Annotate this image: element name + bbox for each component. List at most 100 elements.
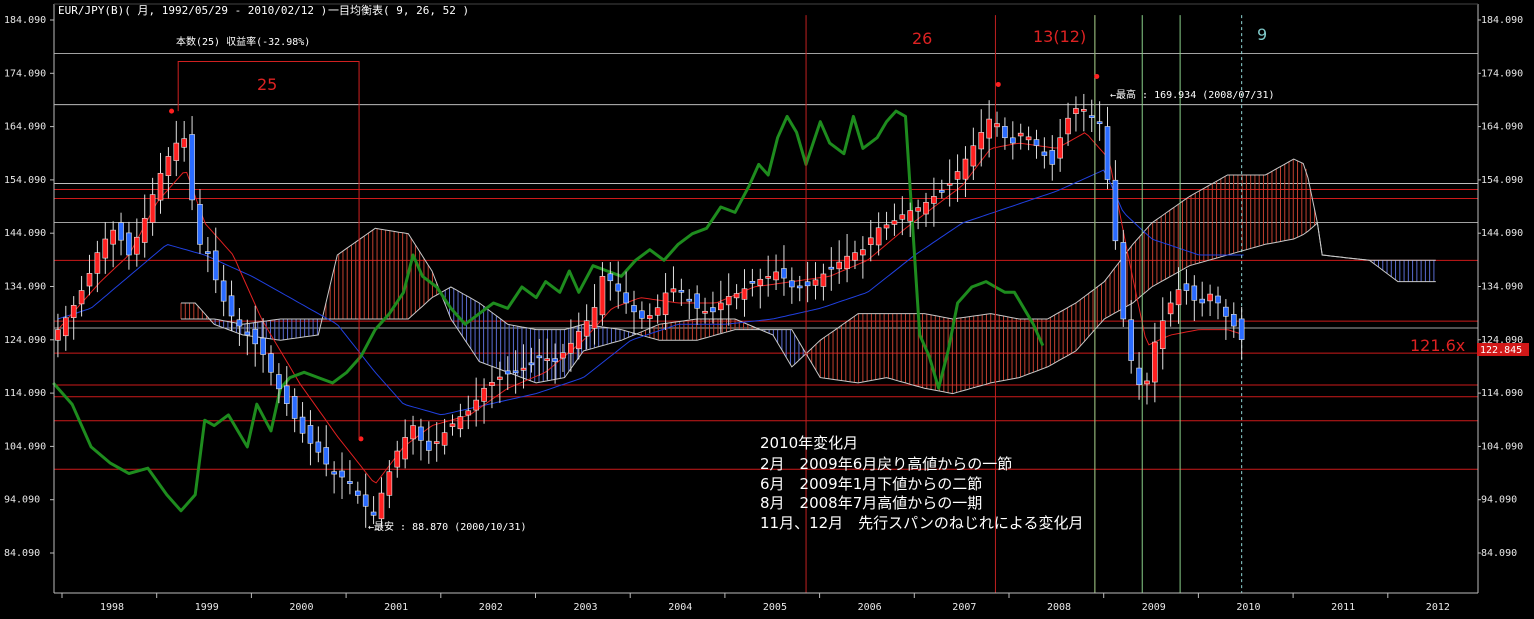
candle-body bbox=[228, 295, 235, 317]
note-line-2: 2月 2009年6月戻り高値からの一節 bbox=[760, 455, 1012, 473]
candle-body bbox=[623, 292, 629, 304]
count-9-label: 9 bbox=[1257, 25, 1267, 44]
candle-body bbox=[149, 194, 156, 223]
candle-body bbox=[1010, 137, 1016, 144]
candle-body bbox=[63, 317, 69, 337]
candle-body bbox=[891, 220, 898, 225]
candle-body bbox=[812, 279, 819, 286]
candle-body bbox=[1152, 341, 1158, 383]
candle-body bbox=[394, 450, 401, 468]
candle-body bbox=[489, 382, 495, 386]
note-line-1: 2010年変化月 bbox=[760, 434, 858, 452]
candle-body bbox=[1159, 320, 1166, 350]
candle-body bbox=[291, 396, 298, 419]
candle-body bbox=[260, 337, 266, 355]
candle-body bbox=[789, 280, 795, 288]
y-tick-label-left: 134.090 bbox=[4, 282, 46, 293]
candle-body bbox=[725, 296, 732, 306]
x-tick-label: 1998 bbox=[100, 602, 124, 613]
marker-dot bbox=[1094, 73, 1100, 79]
candle-body bbox=[639, 310, 645, 319]
candle-body bbox=[1002, 126, 1008, 139]
candle-body bbox=[197, 204, 203, 245]
x-tick-label: 1999 bbox=[195, 602, 219, 613]
candle-body bbox=[1199, 298, 1206, 304]
candle-body bbox=[765, 276, 771, 279]
candle-body bbox=[1088, 115, 1095, 118]
candle-body bbox=[402, 437, 408, 460]
count-26-label: 26 bbox=[912, 29, 932, 48]
candle-body bbox=[94, 252, 101, 274]
candle-body bbox=[994, 123, 1000, 128]
candle-body bbox=[441, 432, 448, 446]
candle-body bbox=[899, 214, 906, 220]
candle-body bbox=[781, 268, 787, 279]
candle-body bbox=[757, 278, 764, 286]
y-tick-label-left: 114.090 bbox=[4, 388, 46, 399]
marker-dot bbox=[995, 81, 1001, 87]
candle-body bbox=[796, 285, 803, 289]
candle-body bbox=[575, 331, 582, 350]
candle-body bbox=[212, 250, 219, 281]
x-tick-label: 2008 bbox=[1047, 602, 1071, 613]
candle-body bbox=[820, 273, 827, 287]
candle-body bbox=[867, 237, 874, 245]
candle-body bbox=[923, 201, 929, 215]
candle-body bbox=[497, 376, 503, 380]
candle-body bbox=[1175, 289, 1182, 306]
candle-body bbox=[220, 280, 227, 302]
candle-body bbox=[1230, 314, 1237, 327]
candle-body bbox=[938, 190, 945, 193]
x-tick-label: 2011 bbox=[1331, 602, 1355, 613]
candle-body bbox=[646, 315, 653, 319]
candle-body bbox=[1128, 319, 1134, 361]
y-tick-label-right: 84.090 bbox=[1481, 548, 1517, 559]
candle-body bbox=[907, 210, 914, 222]
count-13-label: 13(12) bbox=[1033, 27, 1086, 46]
candle-body bbox=[1049, 150, 1056, 165]
y-tick-label-left: 144.090 bbox=[4, 228, 46, 239]
candle-body bbox=[126, 232, 132, 256]
candle-body bbox=[1025, 136, 1032, 141]
candle-body bbox=[631, 305, 637, 313]
candle-body bbox=[1033, 139, 1040, 146]
y-tick-label-right: 94.090 bbox=[1481, 495, 1517, 506]
candle-body bbox=[78, 290, 85, 305]
candle-body bbox=[1017, 132, 1024, 137]
y-tick-label-right: 164.090 bbox=[1481, 122, 1523, 133]
candle-body bbox=[481, 387, 487, 402]
candle-body bbox=[1238, 318, 1245, 340]
candle-body bbox=[1081, 109, 1087, 112]
x-tick-label: 2006 bbox=[858, 602, 882, 613]
candle-body bbox=[141, 217, 148, 243]
candle-body bbox=[347, 481, 353, 484]
ichimoku-chart: 184.090 174.090 164.090 154.090 144.090 134.0… bbox=[0, 0, 1534, 619]
note-line-3: 6月 2009年1月下値からの二節 bbox=[760, 475, 982, 493]
chart-title: EUR/JPY(B)( 月, 1992/05/29 - 2010/02/12 ) bbox=[58, 4, 327, 17]
candle-body bbox=[607, 273, 614, 282]
y-tick-label-right: 174.090 bbox=[1481, 68, 1523, 79]
candle-body bbox=[702, 310, 708, 314]
count-25-label: 25 bbox=[257, 75, 277, 94]
candle-body bbox=[528, 362, 535, 366]
y-tick-label-right: 144.090 bbox=[1481, 228, 1523, 239]
candle-body bbox=[962, 158, 969, 180]
candle-body bbox=[536, 355, 543, 359]
candle-body bbox=[568, 342, 574, 354]
candle-body bbox=[520, 367, 527, 371]
candle-body bbox=[946, 183, 953, 186]
candle-body bbox=[852, 252, 858, 261]
candle-body bbox=[110, 229, 116, 245]
candle-body bbox=[473, 399, 479, 411]
x-tick-label: 2009 bbox=[1142, 602, 1166, 613]
candle-body bbox=[1223, 306, 1229, 317]
candle-body bbox=[828, 266, 835, 270]
x-tick-label: 2007 bbox=[952, 602, 976, 613]
candle-body bbox=[662, 292, 669, 316]
candle-body bbox=[1057, 137, 1063, 159]
count-box-label: 本数(25) 収益率(-32.98%) bbox=[176, 35, 310, 48]
candle-body bbox=[1096, 121, 1103, 125]
candle-body bbox=[307, 425, 314, 444]
candle-body bbox=[70, 305, 77, 318]
candle-body bbox=[591, 307, 598, 329]
